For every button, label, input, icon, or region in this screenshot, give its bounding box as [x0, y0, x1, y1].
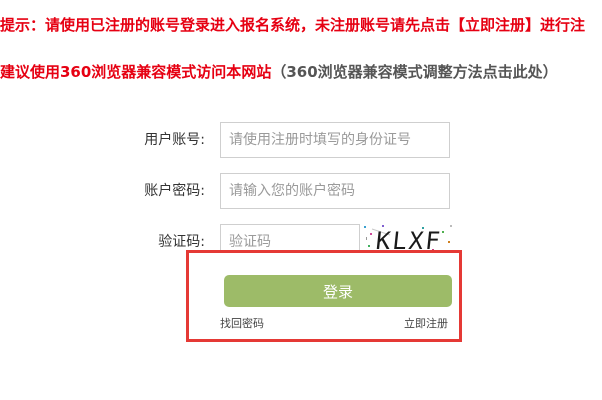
browser-notice: 建议使用360浏览器兼容模式访问本网站（360浏览器兼容模式调整方法点击此处）	[0, 61, 558, 83]
account-input[interactable]	[220, 122, 450, 158]
login-page: 提示：请使用已注册的账号登录进入报名系统，未注册账号请先点击【立即注册】进行注 …	[0, 0, 602, 400]
register-now-link[interactable]: 立即注册	[404, 316, 448, 332]
registration-notice: 提示：请使用已注册的账号登录进入报名系统，未注册账号请先点击【立即注册】进行注	[0, 16, 586, 34]
account-label: 用户账号:	[144, 132, 205, 148]
browser-recommendation: 建议使用360浏览器兼容模式访问本网站	[0, 63, 272, 81]
forgot-password-link[interactable]: 找回密码	[220, 316, 264, 332]
compat-mode-help-link[interactable]: （360浏览器兼容模式调整方法点击此处）	[271, 63, 557, 81]
password-label: 账户密码:	[144, 183, 205, 199]
password-input[interactable]	[220, 173, 450, 209]
captcha-label: 验证码:	[158, 234, 205, 250]
login-button[interactable]: 登录	[224, 275, 452, 307]
